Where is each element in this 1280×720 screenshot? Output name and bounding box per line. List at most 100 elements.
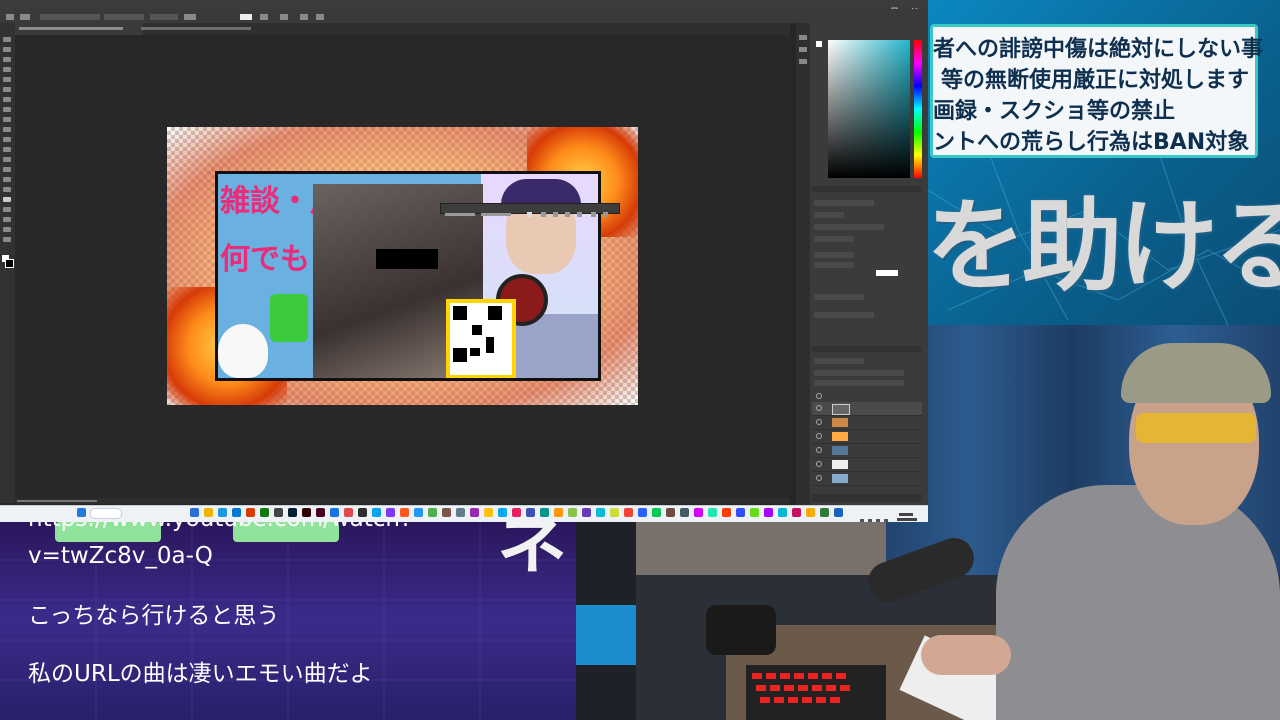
dodge-tool-icon[interactable] [3, 177, 11, 182]
taskbar-app-icon[interactable] [344, 508, 353, 517]
layer-row[interactable] [812, 444, 922, 458]
start-button-icon[interactable] [77, 508, 86, 517]
taskbar-app-icon[interactable] [778, 508, 787, 517]
layers-blend-mode[interactable] [814, 370, 904, 376]
indesign-icon[interactable] [316, 508, 325, 517]
frame-tool-icon[interactable] [3, 87, 11, 92]
taskbar-app-icon[interactable] [722, 508, 731, 517]
hue-slider[interactable] [914, 40, 922, 178]
zoom-tool-icon[interactable] [3, 237, 11, 242]
taskbar-app-icon[interactable] [834, 508, 843, 517]
stamp-tool-icon[interactable] [3, 127, 11, 132]
illustrator-icon[interactable] [302, 508, 311, 517]
taskbar-app-icon[interactable] [680, 508, 689, 517]
taskbar-app-icon[interactable] [708, 508, 717, 517]
color-picker-field[interactable] [828, 40, 910, 178]
taskbar-app-icon[interactable] [512, 508, 521, 517]
taskbar-app-icon[interactable] [554, 508, 563, 517]
brush-tool-icon[interactable] [3, 117, 11, 122]
taskbar-app-icon[interactable] [582, 508, 591, 517]
options-bar[interactable] [0, 9, 928, 24]
taskbar-app-icon[interactable] [624, 508, 633, 517]
properties-row[interactable] [814, 252, 854, 258]
taskbar-app-icon[interactable] [400, 508, 409, 517]
taskbar-app-icon[interactable] [470, 508, 479, 517]
marquee-tool-icon[interactable] [3, 47, 11, 52]
taskbar-app-icon[interactable] [764, 508, 773, 517]
background-color-icon[interactable] [5, 259, 14, 268]
blur-tool-icon[interactable] [3, 167, 11, 172]
search-box[interactable] [90, 508, 122, 519]
taskbar-app-icon[interactable] [498, 508, 507, 517]
layers-tabs[interactable] [812, 346, 922, 352]
taskbar-app-icon[interactable] [666, 508, 675, 517]
eraser-tool-icon[interactable] [3, 147, 11, 152]
history-brush-icon[interactable] [3, 137, 11, 142]
photoshop-icon[interactable] [288, 508, 297, 517]
path-select-icon[interactable] [3, 207, 11, 212]
taskbar-app-icon[interactable] [260, 508, 269, 517]
properties-row[interactable] [814, 236, 854, 242]
taskbar-app-icon[interactable] [232, 508, 241, 517]
color-chip[interactable] [876, 270, 898, 276]
eyedropper-tool-icon[interactable] [3, 97, 11, 102]
layer-row[interactable] [812, 472, 922, 486]
healing-tool-icon[interactable] [3, 107, 11, 112]
taskbar-app-icon[interactable] [596, 508, 605, 517]
taskbar-app-icon[interactable] [358, 508, 367, 517]
pen-tool-icon[interactable] [3, 187, 11, 192]
hand-tool-icon[interactable] [3, 227, 11, 232]
properties-row[interactable] [814, 312, 874, 318]
properties-tabs[interactable] [812, 186, 922, 192]
libraries-panel-icon[interactable] [799, 59, 807, 64]
lasso-tool-icon[interactable] [3, 57, 11, 62]
taskbar-app-icon[interactable] [820, 508, 829, 517]
menu-bar[interactable] [0, 0, 928, 14]
crop-tool-icon[interactable] [3, 77, 11, 82]
taskbar-app-icon[interactable] [526, 508, 535, 517]
taskbar-app-icon[interactable] [638, 508, 647, 517]
layer-row[interactable] [812, 416, 922, 430]
shape-tool-icon[interactable] [3, 217, 11, 222]
properties-row[interactable] [814, 262, 854, 268]
properties-row[interactable] [814, 200, 874, 206]
tab-document-1[interactable] [15, 23, 143, 35]
taskbar-app-icon[interactable] [372, 508, 381, 517]
move-tool-icon[interactable] [3, 37, 11, 42]
taskbar-app-icon[interactable] [568, 508, 577, 517]
taskbar-app-icon[interactable] [386, 508, 395, 517]
document-canvas[interactable]: 雑談・用事 何でも [167, 127, 638, 405]
taskbar-app-icon[interactable] [442, 508, 451, 517]
taskbar-app-icon[interactable] [190, 508, 199, 517]
layers-footer[interactable] [812, 494, 922, 502]
taskbar-app-icon[interactable] [736, 508, 745, 517]
properties-row[interactable] [814, 224, 884, 230]
type-tool-icon[interactable] [3, 197, 11, 202]
taskbar-app-icon[interactable] [652, 508, 661, 517]
taskbar-app-icon[interactable] [694, 508, 703, 517]
select-tool-icon[interactable] [3, 67, 11, 72]
taskbar-app-icon[interactable] [806, 508, 815, 517]
taskbar-app-icon[interactable] [610, 508, 619, 517]
contextual-taskbar[interactable] [440, 203, 620, 217]
layers-lock-row[interactable] [814, 380, 904, 386]
history-panel-icon[interactable] [799, 35, 807, 40]
taskbar-app-icon[interactable] [484, 508, 493, 517]
taskbar-app-icon[interactable] [246, 508, 255, 517]
clock[interactable] [897, 507, 919, 521]
layer-row[interactable] [812, 430, 922, 444]
tools-panel[interactable] [0, 23, 15, 503]
layer-row-selected[interactable] [812, 402, 922, 416]
gradient-tool-icon[interactable] [3, 157, 11, 162]
document-tabs[interactable] [15, 23, 790, 35]
properties-panel-icon[interactable] [799, 47, 807, 52]
layer-row[interactable] [812, 458, 922, 472]
tab-document-2[interactable] [137, 23, 269, 35]
properties-row[interactable] [814, 212, 844, 218]
properties-row[interactable] [814, 294, 864, 300]
taskbar-app-icon[interactable] [540, 508, 549, 517]
layers-filter[interactable] [814, 358, 864, 364]
taskbar-app-icon[interactable] [750, 508, 759, 517]
color-swatch-icon[interactable] [816, 41, 822, 47]
taskbar-app-icon[interactable] [414, 508, 423, 517]
